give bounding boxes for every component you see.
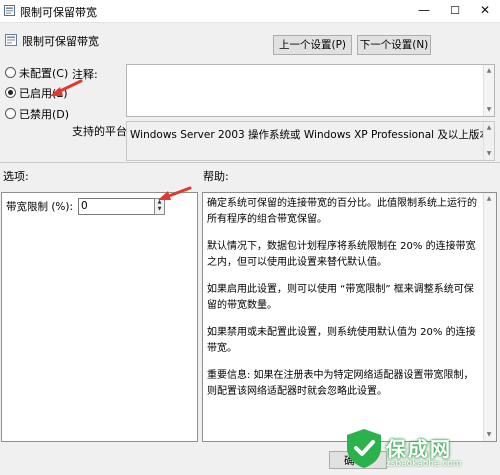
watermark-brand: 保成网 <box>386 437 452 461</box>
radio-circle[interactable] <box>5 108 16 119</box>
scroll-down-icon[interactable]: ▼ <box>485 105 493 115</box>
help-paragraph: 默认情况下，数据包计划程序将系统限制在 20% 的连接带宽之内，但可以使用此设置… <box>207 241 476 268</box>
scroll-up-icon[interactable]: ▲ <box>485 194 493 204</box>
comment-scrollbar[interactable]: ▲ ▼ <box>483 65 494 116</box>
maximize-button[interactable]: ☐ <box>440 0 470 22</box>
section-divider <box>0 162 500 163</box>
help-paragraph: 如果启用此设置，则可以使用 “带宽限制” 框来调整系统可保留的带宽数量。 <box>207 284 474 311</box>
previous-setting-button[interactable]: 上一个设置(P) <box>273 35 352 55</box>
bandwidth-limit-input[interactable]: 0 <box>78 198 156 215</box>
radio-disabled[interactable]: 已禁用(D) <box>5 108 69 122</box>
help-paragraph: 如果禁用或未配置此设置，则系统使用默认值为 20% 的连接带宽。 <box>207 327 476 354</box>
comment-textarea[interactable]: ▲ ▼ <box>126 64 495 117</box>
platform-box: Windows Server 2003 操作系统或 Windows XP Pro… <box>126 121 495 161</box>
radio-circle-selected[interactable] <box>5 87 16 98</box>
platform-label: 支持的平台: <box>72 125 131 138</box>
window-title: 限制可保留带宽 <box>20 6 97 19</box>
comment-label: 注释: <box>72 68 98 81</box>
watermark-url: zsbaokaohe.com <box>386 459 462 469</box>
help-paragraph: 重要信息: 如果在注册表中为特定网络适配器设置带宽限制，则配置该网络适配器时就会… <box>207 370 474 397</box>
radio-circle[interactable] <box>5 67 16 78</box>
title-bar: 限制可保留带宽 — ☐ ✕ <box>0 0 500 23</box>
bandwidth-limit-label: 带宽限制 (%): <box>6 201 74 213</box>
policy-icon <box>4 5 15 16</box>
setting-title: 限制可保留带宽 <box>22 35 99 48</box>
shield-logo-icon <box>347 429 381 468</box>
scroll-down-icon[interactable]: ▼ <box>485 430 493 440</box>
radio-label: 已禁用(D) <box>19 108 70 121</box>
annotation-arrow-icon <box>158 186 192 200</box>
help-header: 帮助: <box>203 170 229 183</box>
next-setting-button[interactable]: 下一个设置(N) <box>357 35 431 55</box>
minimize-button[interactable]: — <box>409 0 439 22</box>
help-panel: 确定系统可保留的连接带宽的百分比。此值限制系统上运行的所有程序的组合带宽保留。 … <box>202 192 497 442</box>
spin-down-icon[interactable]: ▼ <box>155 206 164 213</box>
options-header: 选项: <box>3 170 29 183</box>
options-panel: 带宽限制 (%): 0 ▲ ▼ <box>1 192 198 442</box>
scroll-up-icon[interactable]: ▲ <box>485 66 493 76</box>
help-text: 确定系统可保留的连接带宽的百分比。此值限制系统上运行的所有程序的组合带宽保留。 … <box>207 196 479 411</box>
scroll-up-icon[interactable]: ▲ <box>485 123 493 133</box>
platform-scrollbar[interactable]: ▲ ▼ <box>483 122 494 160</box>
platform-value: Windows Server 2003 操作系统或 Windows XP Pro… <box>130 129 490 141</box>
close-button[interactable]: ✕ <box>470 0 500 22</box>
setting-icon <box>5 34 17 46</box>
help-paragraph: 确定系统可保留的连接带宽的百分比。此值限制系统上运行的所有程序的组合带宽保留。 <box>207 198 477 225</box>
scroll-down-icon[interactable]: ▼ <box>485 149 493 159</box>
help-scrollbar[interactable]: ▲ ▼ <box>483 193 496 441</box>
